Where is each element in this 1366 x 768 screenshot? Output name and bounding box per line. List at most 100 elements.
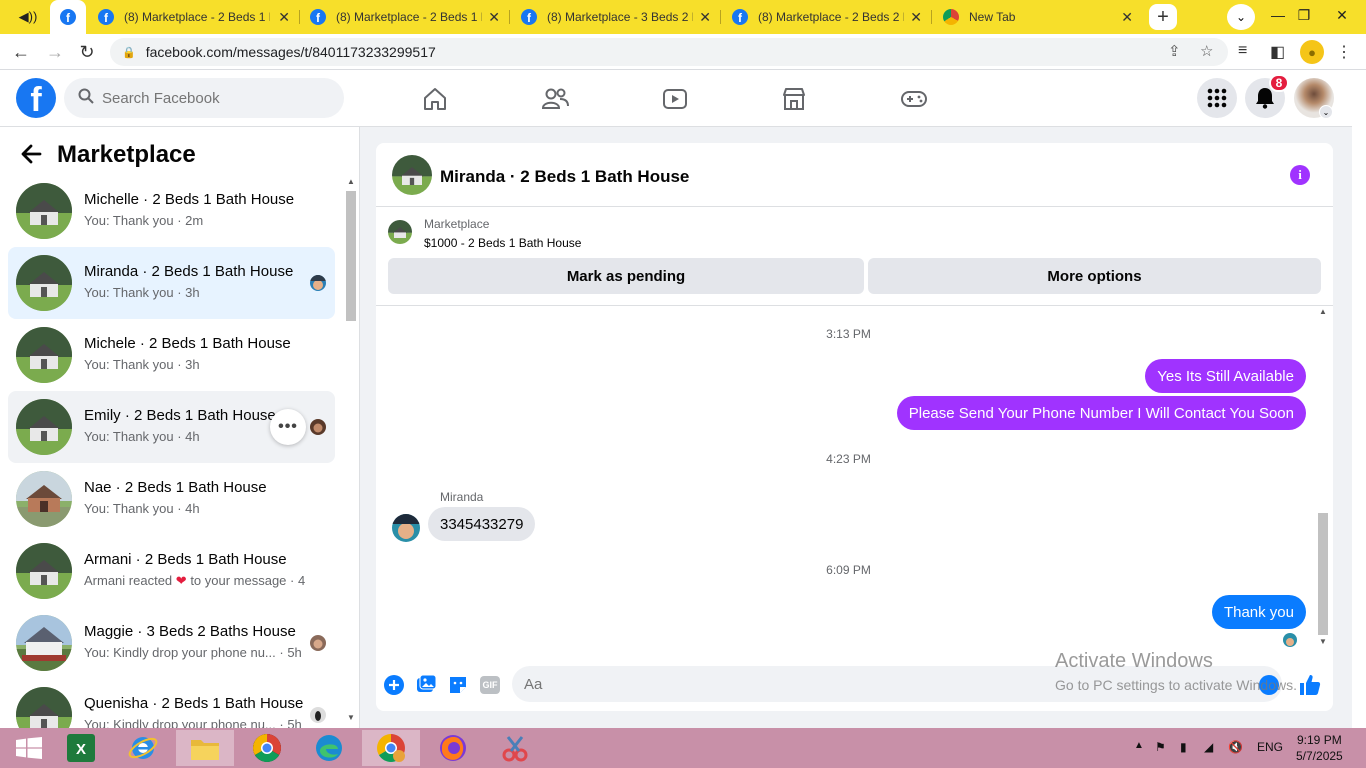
tab-close-icon[interactable]: ✕ [910,9,922,26]
address-bar[interactable]: 🔒 facebook.com/messages/t/84011732332995… [110,38,1228,66]
gif-icon[interactable]: GIF [478,673,502,697]
more-options-button[interactable]: More options [868,258,1321,294]
chat-listing-avatar[interactable] [392,155,432,195]
media-control-icon[interactable]: ≡ [1238,42,1247,60]
scroll-down-icon[interactable]: ▼ [1319,637,1327,646]
conversation-item[interactable]: Quenisha · 2 Beds 1 Bath House You: Kind… [8,679,335,728]
file-explorer-icon[interactable] [176,730,234,766]
more-options-button[interactable]: ••• [270,409,306,445]
facebook-favicon-icon: f [60,9,76,25]
back-arrow-icon[interactable] [20,143,42,171]
conversation-item[interactable]: Maggie · 3 Beds 2 Baths House You: Kindl… [8,607,335,679]
reload-icon[interactable]: ↻ [74,39,100,65]
scroll-thumb[interactable] [346,191,356,321]
menu-grid-icon[interactable] [1197,78,1237,118]
share-icon[interactable]: ⇪ [1168,42,1181,60]
signal-icon[interactable]: ◢ [1204,740,1213,754]
chrome-icon[interactable] [238,730,296,766]
incoming-message[interactable]: 3345433279 [428,507,536,541]
conversation-preview: Armani reacted ❤ to your message · 4 [84,573,305,589]
page-scrollbar[interactable] [1352,70,1366,728]
account-chevron-icon[interactable]: ⌄ [1319,105,1333,119]
listing-price[interactable]: $1000 - 2 Beds 1 Bath House [424,236,581,250]
info-icon[interactable]: i [1290,165,1310,185]
scroll-down-icon[interactable]: ▼ [347,713,355,722]
forward-arrow-icon[interactable]: → [42,39,68,65]
browser-tab-3[interactable]: f (8) Marketplace - 3 Beds 2 B ✕ [511,0,719,34]
tab-active-pinned[interactable]: f [50,0,86,34]
facebook-top-nav: f [0,70,1352,127]
conversation-item[interactable]: Nae · 2 Beds 1 Bath House You: Thank you… [8,463,335,535]
emoji-icon[interactable] [1259,675,1279,695]
sticker-icon[interactable] [446,673,470,697]
thumbs-up-icon[interactable] [1298,673,1322,702]
chat-scrollbar[interactable]: ▲ ▼ [1316,307,1330,651]
restore-icon[interactable]: ❐ [1286,0,1322,30]
tab-title: (8) Marketplace - 2 Beds 2 B [758,10,904,24]
chrome-menu-icon[interactable]: ⋮ [1336,42,1352,62]
battery-icon[interactable]: ▮ [1180,740,1187,754]
search-input[interactable] [102,89,322,107]
network-warning-icon[interactable]: ⚑ [1155,740,1166,754]
new-tab-button[interactable]: + [1149,4,1177,30]
browser-tab-4[interactable]: f (8) Marketplace - 2 Beds 2 B ✕ [722,0,930,34]
internet-explorer-icon[interactable] [114,730,172,766]
conversation-item[interactable]: Michelle · 2 Beds 1 Bath House You: Than… [8,175,335,247]
tray-chevron-icon[interactable]: ▲ [1134,740,1144,751]
scroll-up-icon[interactable]: ▲ [1319,307,1327,316]
inbox-scrollbar[interactable]: ▲ ▼ [344,177,358,727]
message-input[interactable] [512,666,1282,702]
scroll-up-icon[interactable]: ▲ [347,177,355,186]
excel-icon[interactable]: X [52,730,110,766]
seen-avatar [310,635,326,651]
home-icon[interactable] [415,84,455,114]
window-close-icon[interactable]: ✕ [1324,0,1360,30]
outgoing-message[interactable]: Thank you [1211,595,1306,629]
sender-avatar[interactable] [392,514,420,542]
conversation-item[interactable]: Michele · 2 Beds 1 Bath House You: Thank… [8,319,335,391]
firefox-icon[interactable] [424,730,482,766]
marketplace-icon[interactable] [774,84,814,114]
gaming-icon[interactable] [894,84,934,114]
chat-title[interactable]: Miranda · 2 Beds 1 Bath House [440,167,689,187]
edge-icon[interactable] [300,730,358,766]
facebook-logo-icon[interactable]: f [16,78,56,118]
tab-close-icon[interactable]: ✕ [1121,9,1133,26]
bookmark-star-icon[interactable]: ☆ [1200,42,1213,60]
snipping-tool-icon[interactable] [486,730,544,766]
plus-circle-icon[interactable] [382,673,406,697]
listing-banner: Marketplace $1000 - 2 Beds 1 Bath House … [376,208,1333,306]
photo-icon[interactable] [414,673,438,697]
outgoing-message[interactable]: Please Send Your Phone Number I Will Con… [896,396,1306,430]
browser-tab-2[interactable]: f (8) Marketplace - 2 Beds 1 B ✕ [300,0,508,34]
scroll-thumb[interactable] [1318,513,1328,635]
windows-start-icon[interactable] [0,730,58,766]
back-arrow-icon[interactable]: ← [8,39,34,65]
browser-tab-5[interactable]: New Tab ✕ [933,0,1141,34]
browser-tab-1[interactable]: f (8) Marketplace - 2 Beds 1 B ✕ [88,0,298,34]
chrome-active-icon[interactable] [362,730,420,766]
tab-close-icon[interactable]: ✕ [699,9,711,26]
listing-thumbnail [16,471,72,527]
windows-taskbar: X ▲ ⚑ ▮ ◢ 🔇 ENG 9:19 PM 5/7/2025 [0,728,1366,768]
tab-close-icon[interactable]: ✕ [488,9,500,26]
search-box[interactable] [64,78,344,118]
mark-as-pending-button[interactable]: Mark as pending [388,258,864,294]
tab-search-chevron-icon[interactable]: ⌄ [1227,4,1255,30]
facebook-favicon-icon: f [521,9,537,25]
conversation-item[interactable]: Emily · 2 Beds 1 Bath House You: Thank y… [8,391,335,463]
outgoing-message[interactable]: Yes Its Still Available [1145,359,1306,393]
tab-audio-icon[interactable]: ◀︎)) [12,8,44,26]
tab-divider [931,10,932,24]
system-clock[interactable]: 9:19 PM 5/7/2025 [1296,732,1343,764]
conversation-item-selected[interactable]: Miranda · 2 Beds 1 Bath House You: Thank… [8,247,335,319]
volume-muted-icon[interactable]: 🔇 [1228,740,1243,754]
listing-thumbnail[interactable] [388,220,412,244]
friends-icon[interactable] [535,84,575,114]
side-panel-icon[interactable]: ◧ [1270,42,1285,62]
language-indicator[interactable]: ENG [1257,740,1283,754]
tab-close-icon[interactable]: ✕ [278,9,290,26]
profile-avatar-icon[interactable]: ● [1300,40,1324,64]
watch-icon[interactable] [655,84,695,114]
conversation-item[interactable]: Armani · 2 Beds 1 Bath House Armani reac… [8,535,335,607]
